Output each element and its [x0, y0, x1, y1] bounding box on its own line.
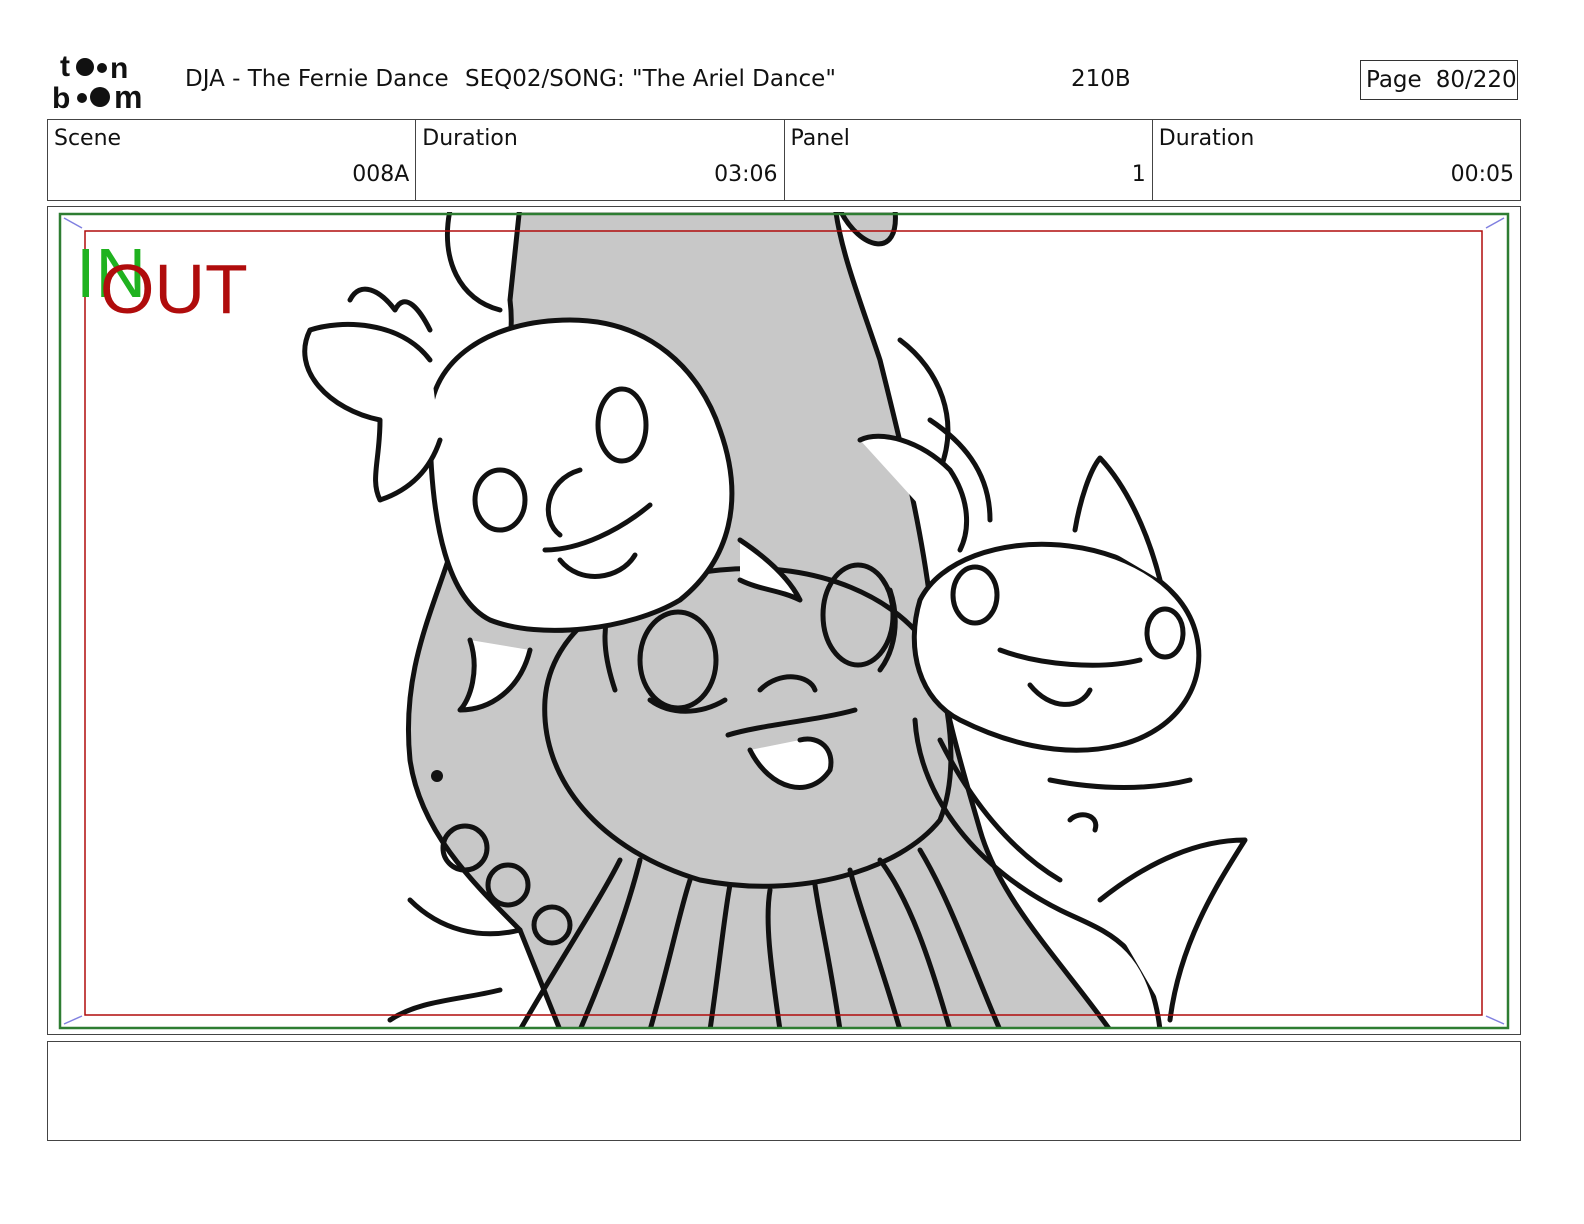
panel-notes: [47, 1041, 1521, 1141]
out-frame-label: OUT: [100, 250, 248, 328]
